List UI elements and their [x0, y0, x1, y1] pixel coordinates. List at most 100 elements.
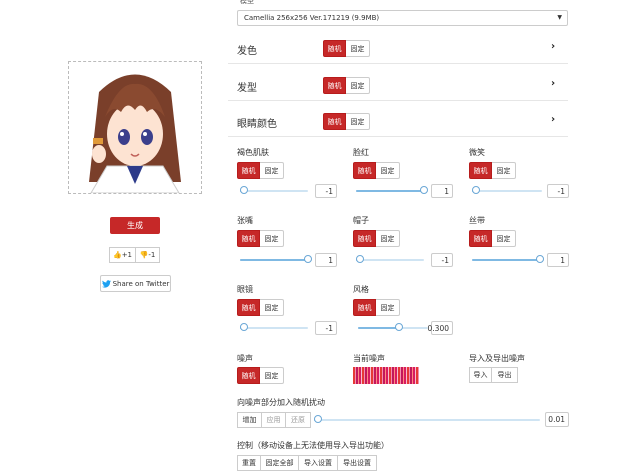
open-mouth-value-input[interactable]: 1 [315, 253, 337, 267]
ribbon-slider[interactable] [472, 255, 544, 265]
hair-style-random-button[interactable]: 随机 [323, 77, 346, 94]
slider-knob[interactable] [472, 186, 480, 194]
ribbon-fixed-button[interactable]: 固定 [492, 230, 516, 247]
eye-color-label: 眼睛颜色 [237, 119, 277, 130]
divider [228, 100, 568, 101]
downvote-count: -1 [148, 251, 156, 259]
glasses-random-button[interactable]: 随机 [237, 299, 260, 316]
control-label: 控制（移动设备上无法使用导入导出功能） [237, 441, 389, 450]
eye-color-fixed-button[interactable]: 固定 [346, 113, 370, 130]
eye-color-random-button[interactable]: 随机 [323, 113, 346, 130]
hat-slider[interactable] [356, 255, 424, 265]
hat-value-input[interactable]: -1 [431, 253, 453, 267]
glasses-toggle: 随机 固定 [237, 299, 284, 316]
param-label-style: 风格 [353, 285, 369, 294]
noise-random-button[interactable]: 随机 [237, 367, 260, 384]
perturb-value-input[interactable]: 0.01 [545, 412, 569, 427]
param-label-hat: 帽子 [353, 216, 369, 225]
noise-label: 噪声 [237, 354, 253, 363]
downvote-button[interactable]: 👎 -1 [136, 247, 160, 263]
glasses-fixed-button[interactable]: 固定 [260, 299, 284, 316]
fix-all-button[interactable]: 固定全部 [261, 455, 299, 471]
current-noise-visualization [353, 367, 419, 384]
slider-knob[interactable] [304, 255, 312, 263]
blush-slider[interactable] [356, 186, 428, 196]
noise-io-label: 导入及导出噪声 [469, 354, 525, 363]
open-mouth-fixed-button[interactable]: 固定 [260, 230, 284, 247]
current-noise-label: 当前噪声 [353, 354, 385, 363]
model-label: 模型 [240, 0, 254, 5]
style-slider[interactable] [358, 323, 428, 333]
slider-knob[interactable] [395, 323, 403, 331]
model-select[interactable]: Camellia 256x256 Ver.171219 (9.9MB) ▼ [237, 10, 568, 26]
glasses-value-input[interactable]: -1 [315, 321, 337, 335]
param-label-smile: 微笑 [469, 148, 485, 157]
slider-knob[interactable] [356, 255, 364, 263]
noise-toggle: 随机 固定 [237, 367, 284, 384]
smile-slider[interactable] [472, 186, 542, 196]
dropdown-caret-icon: ▼ [557, 14, 562, 21]
import-settings-button[interactable]: 导入设置 [299, 455, 338, 471]
twitter-label: Share on Twitter [112, 279, 170, 288]
slider-knob[interactable] [420, 186, 428, 194]
param-label-blush: 脸红 [353, 148, 369, 157]
style-random-button[interactable]: 随机 [353, 299, 376, 316]
hat-toggle: 随机 固定 [353, 230, 400, 247]
blush-fixed-button[interactable]: 固定 [376, 162, 400, 179]
smile-value-input[interactable]: -1 [547, 184, 569, 198]
hair-style-label: 发型 [237, 83, 257, 94]
hat-fixed-button[interactable]: 固定 [376, 230, 400, 247]
anime-girl-avatar-image [69, 62, 201, 193]
noise-import-button[interactable]: 导入 [469, 367, 492, 383]
export-settings-button[interactable]: 导出设置 [338, 455, 377, 471]
smile-random-button[interactable]: 随机 [469, 162, 492, 179]
hair-color-label: 发色 [237, 46, 257, 57]
divider [228, 136, 568, 137]
model-selected-value: Camellia 256x256 Ver.171219 (9.9MB) [244, 14, 380, 22]
hair-style-toggle: 随机 固定 [323, 77, 370, 94]
slider-knob[interactable] [240, 186, 248, 194]
perturb-slider[interactable] [314, 415, 540, 425]
perturb-apply-button[interactable]: 应用 [262, 412, 286, 428]
hair-style-expand-chevron-icon[interactable]: › [551, 78, 555, 89]
hair-color-random-button[interactable]: 随机 [323, 40, 346, 57]
ribbon-toggle: 随机 固定 [469, 230, 516, 247]
hat-random-button[interactable]: 随机 [353, 230, 376, 247]
dark-skin-fixed-button[interactable]: 固定 [260, 162, 284, 179]
hair-color-expand-chevron-icon[interactable]: › [551, 41, 555, 52]
noise-fixed-button[interactable]: 固定 [260, 367, 284, 384]
dark-skin-slider[interactable] [240, 186, 308, 196]
noise-export-button[interactable]: 导出 [492, 367, 518, 383]
slider-knob[interactable] [240, 323, 248, 331]
dark-skin-value-input[interactable]: -1 [315, 184, 337, 198]
generate-button[interactable]: 生成 [110, 217, 160, 234]
perturb-label: 向噪声部分加入随机扰动 [237, 398, 325, 407]
ribbon-value-input[interactable]: 1 [547, 253, 569, 267]
glasses-slider[interactable] [240, 323, 308, 333]
smile-fixed-button[interactable]: 固定 [492, 162, 516, 179]
open-mouth-toggle: 随机 固定 [237, 230, 284, 247]
param-label-ribbon: 丝带 [469, 216, 485, 225]
slider-knob[interactable] [536, 255, 544, 263]
reset-button[interactable]: 重置 [237, 455, 261, 471]
style-value-input[interactable]: 0.300 [428, 321, 453, 335]
param-label-open-mouth: 张嘴 [237, 216, 253, 225]
blush-random-button[interactable]: 随机 [353, 162, 376, 179]
style-fixed-button[interactable]: 固定 [376, 299, 400, 316]
perturb-restore-button[interactable]: 还原 [286, 412, 311, 428]
hair-style-fixed-button[interactable]: 固定 [346, 77, 370, 94]
open-mouth-random-button[interactable]: 随机 [237, 230, 260, 247]
open-mouth-slider[interactable] [240, 255, 312, 265]
ribbon-random-button[interactable]: 随机 [469, 230, 492, 247]
upvote-count: +1 [121, 251, 133, 259]
upvote-button[interactable]: 👍 +1 [109, 247, 136, 263]
share-twitter-button[interactable]: Share on Twitter [100, 275, 171, 292]
perturb-add-button[interactable]: 增加 [237, 412, 262, 428]
eye-color-expand-chevron-icon[interactable]: › [551, 114, 555, 125]
dark-skin-random-button[interactable]: 随机 [237, 162, 260, 179]
blush-value-input[interactable]: 1 [431, 184, 453, 198]
style-toggle: 随机 固定 [353, 299, 400, 316]
twitter-bird-icon [101, 279, 111, 288]
hair-color-fixed-button[interactable]: 固定 [346, 40, 370, 57]
slider-knob[interactable] [314, 415, 322, 423]
